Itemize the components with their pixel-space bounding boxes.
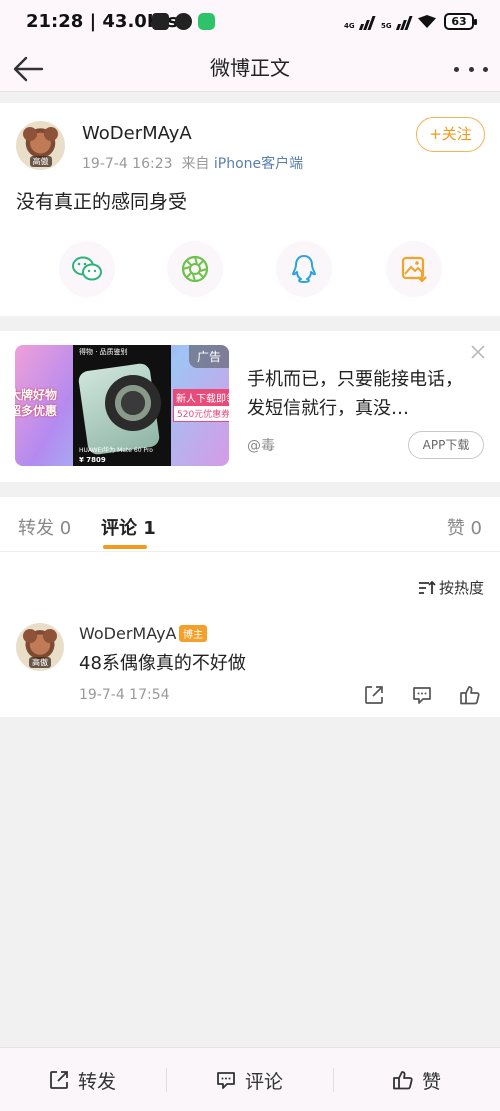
post-text: 没有真正的感同身受 <box>16 191 188 213</box>
comment-section: 按热度 高傲 WoDerMAyA 博主 48系偶像真的不好做 19-7-4 17… <box>0 552 500 717</box>
post-card: 高傲 WoDerMAyA 19-7-4 16:23 来自 iPhone客户端 +… <box>0 103 500 316</box>
wechat-icon[interactable] <box>59 241 115 297</box>
repost-icon <box>50 1071 68 1089</box>
app-notification-icon <box>152 13 169 30</box>
post-source[interactable]: iPhone客户端 <box>214 156 303 172</box>
sort-by-hot-button[interactable]: 按热度 <box>418 577 484 598</box>
more-options-icon[interactable] <box>454 56 488 82</box>
ad-phone-image: 得物 · 品质鉴别 HUAWEI华为 Mate 60 Pro ¥ 7809 <box>73 345 171 466</box>
ad-image[interactable]: 大牌好物 超多优惠 得物 · 品质鉴别 HUAWEI华为 Mate 60 Pro… <box>15 345 229 466</box>
like-icon[interactable] <box>459 684 481 706</box>
wifi-icon <box>418 15 436 28</box>
status-time: 21:28 <box>26 11 84 32</box>
repost-button[interactable]: 转发 <box>48 1066 116 1094</box>
qq-icon[interactable] <box>276 241 332 297</box>
post-source-prefix: 来自 <box>181 156 210 172</box>
tab-comment[interactable]: 评论 1 <box>101 514 156 540</box>
active-tab-indicator <box>103 545 147 549</box>
post-tabs: 转发 0 评论 1 赞 0 <box>0 497 500 552</box>
bottom-action-bar: 转发 评论 赞 <box>0 1047 500 1111</box>
battery-icon: 63 <box>444 13 477 30</box>
like-label: 赞 <box>422 1070 442 1093</box>
app-download-button[interactable]: APP下载 <box>408 431 484 459</box>
comment-label: 评论 <box>245 1070 284 1093</box>
repost-icon[interactable] <box>363 684 385 706</box>
repost-label: 转发 <box>78 1070 117 1093</box>
post-date: 19-7-4 16:23 <box>82 156 173 172</box>
sort-icon <box>418 580 436 594</box>
save-image-icon[interactable] <box>386 241 442 297</box>
moments-icon[interactable] <box>167 241 223 297</box>
ad-tag: 广告 <box>188 345 229 368</box>
status-bar: 21:28 | 43.0K/s 4G 5G 63 <box>0 0 500 46</box>
comment-icon[interactable] <box>411 684 433 706</box>
close-icon[interactable] <box>470 344 486 360</box>
avatar[interactable]: 高傲 <box>16 121 65 170</box>
comment-text[interactable]: 48系偶像真的不好做 <box>79 649 246 675</box>
wechat-notification-icon <box>198 13 215 30</box>
author-badge: 博主 <box>179 625 207 642</box>
comment-icon <box>217 1072 235 1089</box>
follow-button[interactable]: +关注 <box>416 117 485 152</box>
ad-image-left-text: 大牌好物 超多优惠 <box>15 388 58 418</box>
post-meta: 19-7-4 16:23 来自 iPhone客户端 <box>82 153 303 173</box>
page-title: 微博正文 <box>210 56 290 80</box>
sort-label: 按热度 <box>438 579 484 597</box>
status-right: 4G 5G 63 <box>344 13 477 30</box>
ad-image-right-text2: 520元优惠券 <box>173 405 229 422</box>
tab-repost[interactable]: 转发 0 <box>18 514 71 540</box>
avatar[interactable]: 高傲 <box>16 623 64 671</box>
divider <box>333 1068 334 1092</box>
ad-card[interactable]: 大牌好物 超多优惠 得物 · 品质鉴别 HUAWEI华为 Mate 60 Pro… <box>0 331 500 482</box>
post-author-name[interactable]: WoDerMAyA <box>82 123 192 144</box>
ad-text[interactable]: 手机而已，只要能接电话，发短信就行，真没… <box>247 365 467 423</box>
notification-icons <box>152 13 215 30</box>
comment-author-name[interactable]: WoDerMAyA <box>79 624 177 643</box>
tiktok-icon <box>175 13 192 30</box>
share-row <box>0 241 500 297</box>
comment-time: 19-7-4 17:54 <box>79 687 170 703</box>
divider <box>166 1068 167 1092</box>
ad-image-right-text1: 新人下载即领 <box>173 389 229 406</box>
tab-like[interactable]: 赞 0 <box>447 514 482 540</box>
like-icon <box>393 1071 413 1090</box>
comment-button[interactable]: 评论 <box>215 1066 283 1094</box>
signal-5g-icon: 5G <box>381 14 413 30</box>
ad-source: @毒 <box>247 438 275 454</box>
signal-4g-icon: 4G <box>344 14 376 30</box>
like-button[interactable]: 赞 <box>392 1066 441 1094</box>
nav-bar: 微博正文 <box>0 46 500 92</box>
